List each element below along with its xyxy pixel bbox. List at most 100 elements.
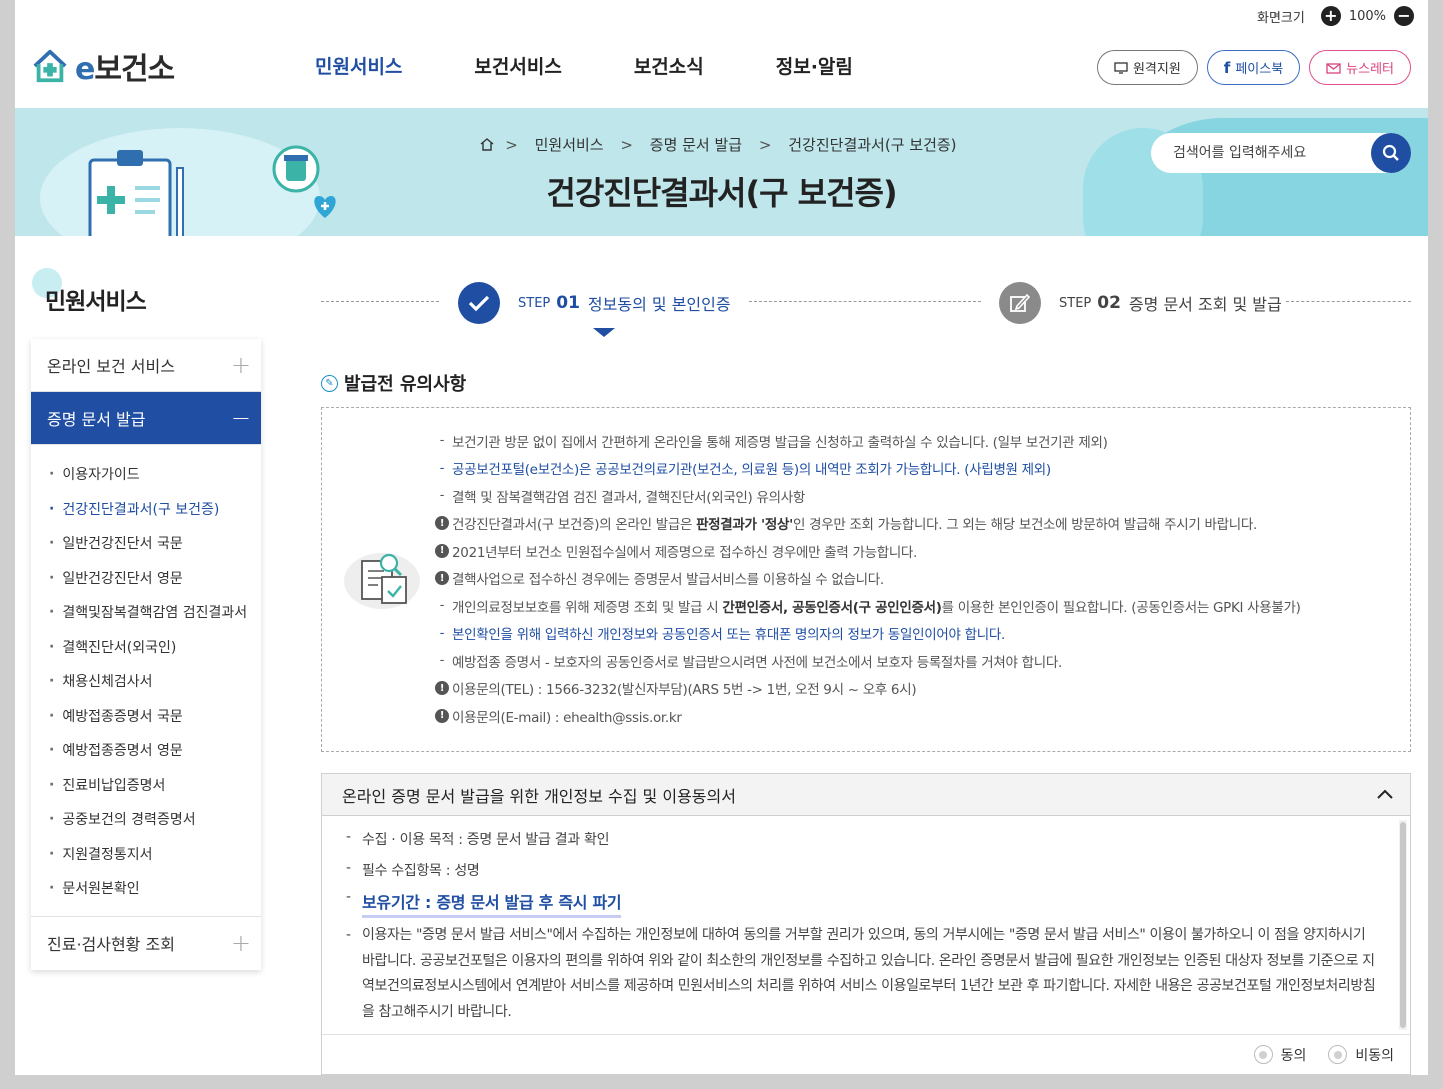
notice-text: 공공보건포털(e보건소)은 공공보건의료기관(보건소, 의료원 등)의 내역만 … — [452, 462, 1051, 479]
submenu-item[interactable]: 채용신체검사서 — [31, 664, 261, 699]
zoom-controls: 화면크기 + 100% − — [1257, 6, 1414, 26]
facebook-icon: f — [1223, 58, 1231, 77]
consent-text: 이용자는 "증명 문서 발급 서비스"에서 수집하는 개인정보에 대하여 동의를… — [362, 927, 1376, 1020]
pencil-icon — [999, 282, 1041, 324]
exclamation-icon: ! — [435, 708, 449, 723]
zoom-in-button[interactable]: + — [1320, 6, 1341, 26]
nav-health-service[interactable]: 보건서비스 — [474, 52, 561, 79]
consent-title: 온라인 증명 문서 발급을 위한 개인정보 수집 및 이용동의서 — [342, 786, 736, 806]
facebook-button[interactable]: f 페이스북 — [1206, 50, 1301, 85]
notice-text: 결핵사업으로 접수하신 경우에는 증명문서 발급서비스를 이용하실 수 없습니다… — [452, 572, 884, 589]
remote-support-button[interactable]: 원격지원 — [1096, 50, 1198, 85]
agree-radio[interactable]: 동의 — [1253, 1045, 1307, 1065]
monitor-icon — [1114, 61, 1128, 74]
notice-item: - 결핵 및 잠복결핵감염 검진 결과서, 결핵진단서(외국인) 유의사항 — [434, 482, 1301, 510]
notice-section-title: ✎ 발급전 유의사항 — [321, 370, 466, 396]
dash-marker: - — [346, 829, 351, 845]
submenu-item[interactable]: 문서원본확인 — [31, 871, 261, 906]
home-icon[interactable] — [480, 138, 494, 151]
notice-text-bold: 판정결과가 '정상' — [696, 517, 793, 534]
sidebar-item-label: 증명 문서 발급 — [47, 410, 146, 429]
page-title: 건강진단결과서(구 보건증) — [546, 174, 897, 212]
notice-item: ! 결핵사업으로 접수하신 경우에는 증명문서 발급서비스를 이용하실 수 없습니… — [434, 565, 1301, 593]
step-divider — [321, 301, 439, 302]
screen-size-label: 화면크기 — [1256, 10, 1305, 26]
logo-text: e보건소 — [75, 44, 175, 88]
notice-item: ! 이용문의(TEL) : 1566-3232(발신자부담)(ARS 5번 -> … — [434, 675, 1301, 703]
dash-marker: - — [439, 488, 445, 504]
notice-text: 2021년부터 보건소 민원접수실에서 제증명으로 접수하신 경우에만 출력 가… — [452, 544, 918, 561]
step-indicator: STEP 01 정보동의 및 본인인증 STEP 02 증명 문서 조회 및 발… — [321, 282, 1411, 337]
consent-body[interactable]: - 수집 · 이용 목적 : 증명 문서 발급 결과 확인 - 필수 수집항목 : … — [322, 817, 1396, 1035]
step-label: STEP — [1059, 295, 1092, 311]
notice-text: 이용문의(TEL) : 1566-3232(발신자부담)(ARS 5번 -> 1… — [452, 682, 917, 699]
consent-scrollbar[interactable] — [1399, 820, 1407, 1030]
notice-text: 본인확인을 위해 입력하신 개인정보와 공동인증서 또는 휴대폰 명의자의 정보… — [452, 627, 1005, 644]
notice-item: - 공공보건포털(e보건소)은 공공보건의료기관(보건소, 의료원 등)의 내역만… — [434, 455, 1301, 483]
dash-marker: - — [439, 625, 445, 641]
search-box — [1151, 133, 1411, 173]
notice-text-bold: 간편인증서, 공동인증서(구 공인인증서) — [722, 599, 942, 616]
search-input[interactable] — [1173, 145, 1353, 161]
submenu-item-active[interactable]: 건강진단결과서(구 보건증) — [31, 492, 261, 527]
alert-marker: ! — [434, 708, 450, 723]
consent-retention-text: 보유기간 : 증명 문서 발급 후 즉시 파기 — [362, 889, 622, 918]
zoom-out-button[interactable]: − — [1394, 6, 1414, 26]
main-nav: 민원서비스 보건서비스 보건소식 정보·알림 — [315, 52, 925, 79]
sidebar-item-treatment-status[interactable]: 진료·검사현황 조회 + — [31, 917, 261, 970]
notice-text-part: 건강진단결과서(구 보건증)의 온라인 발급은 — [452, 517, 697, 534]
site-logo[interactable]: e보건소 — [31, 44, 175, 88]
sidebar-item-certificate[interactable]: 증명 문서 발급 − — [31, 392, 261, 445]
dash-marker: - — [439, 653, 445, 669]
alert-marker: ! — [434, 681, 450, 696]
breadcrumb-item[interactable]: 민원서비스 — [535, 136, 604, 154]
agree-label: 동의 — [1280, 1047, 1307, 1064]
alert-marker: ! — [434, 516, 450, 531]
submenu-item[interactable]: 예방접종증명서 국문 — [31, 699, 261, 734]
nav-info-notice[interactable]: 정보·알림 — [776, 52, 853, 79]
search-button[interactable] — [1371, 133, 1411, 173]
breadcrumb-item[interactable]: 건강진단결과서(구 보건증) — [788, 136, 956, 154]
disagree-radio[interactable]: 비동의 — [1328, 1045, 1394, 1065]
newsletter-button[interactable]: 뉴스레터 — [1309, 50, 1411, 85]
submenu-item[interactable]: 일반건강진단서 국문 — [31, 526, 261, 561]
expand-icon: + — [230, 929, 251, 957]
consent-header[interactable]: 온라인 증명 문서 발급을 위한 개인정보 수집 및 이용동의서 — [322, 774, 1410, 816]
sidebar-item-online-health[interactable]: 온라인 보건 서비스 + — [31, 339, 261, 392]
nav-health-news[interactable]: 보건소식 — [634, 52, 704, 79]
notice-list: - 보건기관 방문 없이 집에서 간편하게 온라인을 통해 제증명 발급을 신청하… — [434, 427, 1301, 730]
step-divider — [1286, 301, 1411, 302]
submenu-item[interactable]: 일반건강진단서 영문 — [31, 561, 261, 596]
submenu-item[interactable]: 결핵및잠복결핵감염 검진결과서 — [31, 595, 261, 630]
submenu-item[interactable]: 공중보건의 경력증명서 — [31, 802, 261, 837]
notice-box: - 보건기관 방문 없이 집에서 간편하게 온라인을 통해 제증명 발급을 신청하… — [321, 407, 1411, 752]
privacy-consent-box: 온라인 증명 문서 발급을 위한 개인정보 수집 및 이용동의서 - 수집 · 이… — [321, 773, 1411, 1075]
submenu-item[interactable]: 예방접종증명서 영문 — [31, 733, 261, 768]
notice-text: 개인의료정보보호를 위해 제증명 조회 및 발급 시 간편인증서, 공동인증서(… — [452, 596, 1301, 616]
submenu-item[interactable]: 진료비납입증명서 — [31, 768, 261, 803]
breadcrumb-separator: > — [505, 136, 518, 154]
step-number: 01 — [556, 293, 580, 313]
notice-item: - 예방접종 증명서 - 보호자의 공동인증서로 발급받으시려면 사전에 보건소에… — [434, 647, 1301, 675]
zoom-level: 100% — [1348, 8, 1386, 24]
page: 화면크기 + 100% − e보건소 민원서비스 보건서비스 보건소식 정보·알… — [15, 0, 1428, 1075]
alert-marker: ! — [434, 571, 450, 586]
pen-icon: ✎ — [321, 374, 338, 392]
submenu-item[interactable]: 이용자가이드 — [31, 457, 261, 492]
nav-civil-service[interactable]: 민원서비스 — [315, 52, 402, 79]
chevron-up-icon[interactable] — [1376, 785, 1394, 803]
remote-support-label: 원격지원 — [1132, 62, 1181, 77]
page-banner: > 민원서비스 > 증명 문서 발급 > 건강진단결과서(구 보건증) 건강진단… — [15, 108, 1428, 236]
submenu-item[interactable]: 결핵진단서(외국인) — [31, 630, 261, 665]
submenu-item[interactable]: 지원결정통지서 — [31, 837, 261, 872]
step-title: 정보동의 및 본인인증 — [587, 295, 731, 314]
sidebar-title: 민원서비스 — [45, 289, 147, 315]
header-buttons: 원격지원 f 페이스북 뉴스레터 — [1088, 50, 1411, 85]
consent-text: 필수 수집항목 : 성명 — [362, 863, 480, 879]
dash-marker: - — [439, 598, 445, 614]
breadcrumb-item[interactable]: 증명 문서 발급 — [650, 136, 742, 154]
consent-text: 수집 · 이용 목적 : 증명 문서 발급 결과 확인 — [362, 832, 610, 848]
step-label: STEP — [518, 295, 551, 311]
exclamation-icon: ! — [435, 681, 449, 696]
notice-item: ! 이용문의(E-mail) : ehealth@ssis.or.kr — [434, 702, 1301, 730]
